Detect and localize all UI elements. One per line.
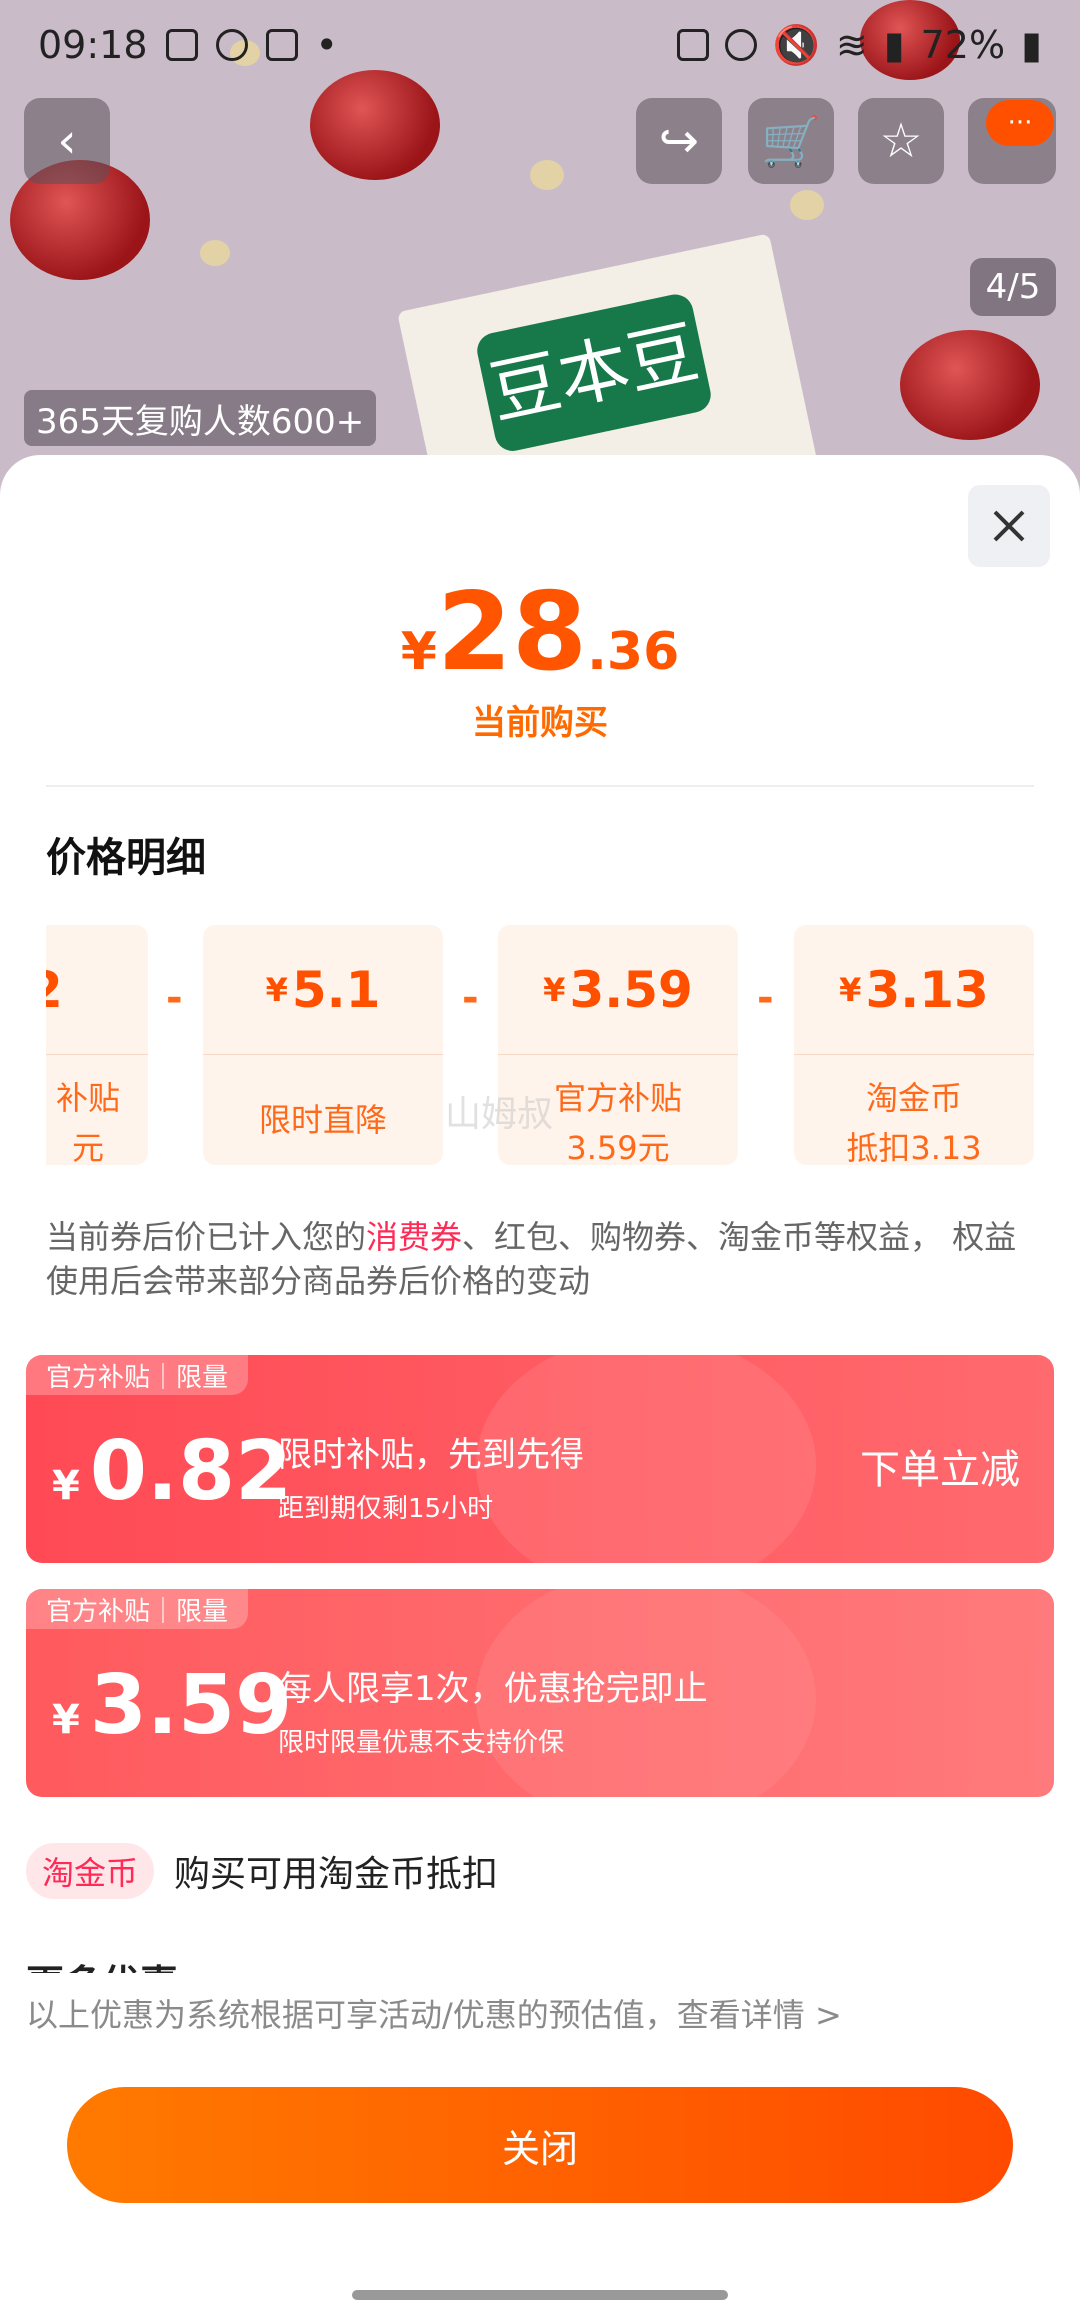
notification-dot: • (315, 23, 338, 67)
signal-icon: ▮ (883, 23, 905, 67)
minus-sign: - (757, 975, 774, 1021)
price-caption: 当前购买 (472, 703, 608, 743)
breakdown-amount: 3.13 (865, 960, 989, 1019)
coupon-currency: ¥ (52, 1463, 80, 1509)
breakdown-amount: 32 (46, 961, 63, 1019)
favorite-button[interactable]: ☆ (858, 98, 944, 184)
back-icon: ‹ (57, 113, 77, 169)
breakdown-label: 限时直降 (258, 1101, 387, 1139)
breakdown-currency: ¥ (839, 970, 862, 1009)
gallery-icon (165, 29, 198, 61)
minus-sign: - (462, 975, 479, 1021)
breakdown-card: 32 补贴元 (46, 925, 148, 1165)
detail-title: 价格明细 (46, 835, 206, 881)
breakdown-card: ¥3.13 淘金币抵扣3.13 (794, 925, 1034, 1165)
price-currency: ¥ (400, 622, 437, 682)
taojin-text: 购买可用淘金币抵扣 (174, 1854, 499, 1895)
minus-sign: - (166, 975, 183, 1021)
taojin-badge: 淘金币 (26, 1843, 155, 1899)
star-icon: ☆ (879, 113, 923, 169)
close-sheet-button[interactable] (968, 485, 1050, 567)
breakdown-label: 补贴 (55, 1079, 120, 1117)
breakdown-currency: ¥ (265, 970, 288, 1009)
soybean-decoration (530, 160, 564, 190)
breakdown-label: 淘金币 (865, 1079, 962, 1117)
notice-text: 当前券后价已计入您的 (46, 1218, 367, 1256)
brand-logo: 豆本豆 (473, 291, 715, 455)
home-indicator[interactable] (352, 2290, 728, 2300)
more-offers-label: 更多优惠 (26, 1959, 326, 1973)
heart-badge-icon (215, 29, 248, 61)
breakdown-card: ¥5.1 限时直降 (203, 925, 443, 1165)
breakdown-sublabel: 抵扣3.13 (846, 1129, 982, 1165)
cart-icon: 🛒 (761, 113, 821, 170)
consumption-coupon-link[interactable]: 消费券 (366, 1218, 462, 1256)
coupon-title: 每人限享1次，优惠抢完即止 (278, 1669, 708, 1709)
soybean-decoration (790, 190, 824, 220)
status-bar: 09:18 • 🔇 ≋ ▮ 72% ▮ (0, 0, 1080, 90)
back-button[interactable]: ‹ (24, 98, 110, 184)
coupon-currency: ¥ (52, 1697, 80, 1743)
battery-saver-icon (676, 29, 709, 61)
mute-icon: 🔇 (772, 22, 820, 67)
coupon-amount: 0.82 (89, 1424, 293, 1519)
estimate-footnote[interactable]: 以上优惠为系统根据可享活动/优惠的预估值，查看详情 > (26, 1990, 842, 2036)
taojin-row: 淘金币 购买可用淘金币抵扣 (26, 1843, 498, 1899)
price-detail-sheet: ¥28.36 当前购买 价格明细 32 补贴元 - ¥5.1 限时直降 - ¥3… (0, 455, 1080, 2316)
breakdown-sublabel: 元 (71, 1129, 104, 1165)
coupon-tag: 官方补贴｜限量 (26, 1355, 249, 1395)
more-dots-badge[interactable]: ··· (986, 100, 1054, 146)
share-icon: ↪ (658, 113, 700, 169)
wifi-icon: ≋ (835, 23, 868, 67)
repurchase-badge: 365天复购人数600+ (24, 390, 377, 446)
coupon-tag: 官方补贴｜限量 (26, 1589, 249, 1629)
coupon-title: 限时补贴，先到先得 (278, 1435, 584, 1475)
breakdown-amount: 3.59 (569, 960, 693, 1019)
price-decimal: .36 (587, 622, 680, 682)
breakdown-amount: 5.1 (291, 960, 381, 1019)
soybean-decoration (200, 240, 230, 266)
close-button[interactable]: 关闭 (67, 2087, 1013, 2203)
watermark: 山姆叔 (445, 1094, 554, 1135)
clock: 09:18 (38, 23, 148, 67)
coupon-amount: 3.59 (89, 1658, 293, 1753)
coupon-card[interactable]: 官方补贴｜限量 ¥3.59 每人限享1次，优惠抢完即止 限时限量优惠不支持价保 (26, 1589, 1054, 1797)
price-notice: 当前券后价已计入您的消费券、红包、购物券、淘金币等权益， 权益使用后会带来部分商… (46, 1215, 1036, 1303)
current-price: ¥28.36 (0, 570, 1080, 695)
calendar-24-icon (265, 29, 298, 61)
alarm-icon (724, 29, 757, 61)
coupon-subtitle: 距到期仅剩15小时 (278, 1494, 494, 1524)
divider (46, 785, 1034, 787)
battery-level: 72% (920, 23, 1006, 67)
coupon-action[interactable]: 下单立减 (860, 1437, 1020, 1495)
close-icon (993, 510, 1025, 542)
price-integer: 28 (436, 570, 588, 695)
share-button[interactable]: ↪ (636, 98, 722, 184)
image-page-indicator: 4/5 (970, 258, 1056, 316)
battery-icon: ▮ (1021, 23, 1042, 67)
coupon-card[interactable]: 官方补贴｜限量 ¥0.82 限时补贴，先到先得 距到期仅剩15小时 下单立减 (26, 1355, 1054, 1563)
more-offers-heading: 更多优惠 (26, 1959, 326, 1973)
breakdown-currency: ¥ (543, 970, 566, 1009)
date-decoration (900, 330, 1040, 440)
coupon-subtitle: 限时限量优惠不支持价保 (278, 1728, 565, 1758)
cart-button[interactable]: 🛒 (748, 98, 834, 184)
